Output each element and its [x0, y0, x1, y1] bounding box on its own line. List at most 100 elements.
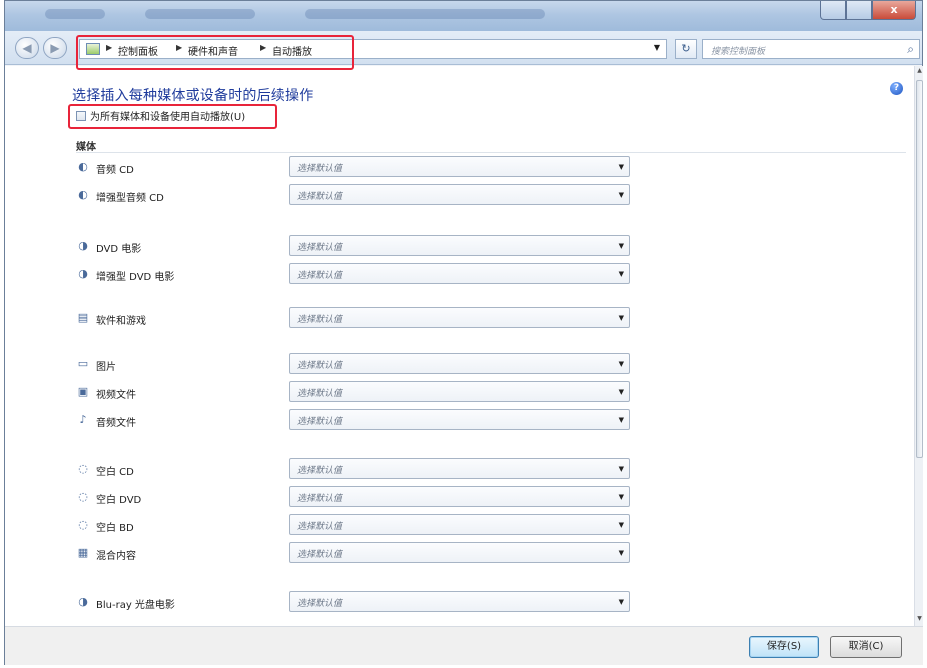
dropdown-value: 选择默认值 — [297, 164, 343, 174]
software-games-icon: ▤ — [77, 311, 89, 324]
title-bar-decoration — [45, 9, 105, 19]
mixed-content-icon: ▦ — [77, 546, 89, 559]
default-action-dropdown[interactable]: 选择默认值 ▼ — [289, 409, 630, 430]
dropdown-value: 选择默认值 — [297, 192, 343, 202]
section-divider — [76, 152, 906, 153]
help-icon[interactable]: ? — [890, 82, 903, 95]
dropdown-value: 选择默认值 — [297, 550, 343, 560]
search-icon[interactable]: ⌕ — [907, 42, 914, 57]
media-row: ▤ 软件和游戏 选择默认值 ▼ — [76, 307, 676, 329]
default-action-dropdown[interactable]: 选择默认值 ▼ — [289, 156, 630, 177]
media-row: ♪ 音频文件 选择默认值 ▼ — [76, 409, 676, 431]
media-row: ◑ DVD 电影 选择默认值 ▼ — [76, 235, 676, 257]
cd-enhanced-icon: ◐ — [78, 188, 88, 201]
checkbox-highlight-box — [68, 104, 277, 129]
media-label: 音频文件 — [96, 418, 136, 429]
media-row: ◑ 增强型 DVD 电影 选择默认值 ▼ — [76, 263, 676, 285]
pictures-icon: ▭ — [77, 357, 89, 370]
default-action-dropdown[interactable]: 选择默认值 ▼ — [289, 184, 630, 205]
search-placeholder: 搜索控制面板 — [711, 47, 766, 57]
default-action-dropdown[interactable]: 选择默认值 ▼ — [289, 486, 630, 507]
media-label: 空白 BD — [96, 523, 134, 534]
default-action-dropdown[interactable]: 选择默认值 ▼ — [289, 307, 630, 328]
scroll-down-icon[interactable]: ▼ — [916, 615, 923, 625]
cancel-button[interactable]: 取消(C) — [830, 636, 902, 658]
refresh-button[interactable]: ↻ — [675, 39, 697, 59]
dropdown-value: 选择默认值 — [297, 361, 343, 371]
media-row: ◐ 增强型音频 CD 选择默认值 ▼ — [76, 184, 676, 206]
dropdown-value: 选择默认值 — [297, 522, 343, 532]
default-action-dropdown[interactable]: 选择默认值 ▼ — [289, 381, 630, 402]
media-section-label: 媒体 — [76, 142, 96, 153]
default-action-dropdown[interactable]: 选择默认值 ▼ — [289, 514, 630, 535]
media-row: ▭ 图片 选择默认值 ▼ — [76, 353, 676, 375]
page-title: 选择插入每种媒体或设备时的后续操作 — [72, 88, 314, 104]
save-button[interactable]: 保存(S) — [749, 636, 819, 658]
media-row: ◌ 空白 BD 选择默认值 ▼ — [76, 514, 676, 536]
chevron-down-icon[interactable]: ▼ — [619, 388, 624, 396]
media-label: 空白 DVD — [96, 495, 142, 506]
dropdown-value: 选择默认值 — [297, 243, 343, 253]
chevron-down-icon[interactable]: ▼ — [619, 360, 624, 368]
default-action-dropdown[interactable]: 选择默认值 ▼ — [289, 458, 630, 479]
chevron-down-icon[interactable]: ▼ — [619, 549, 624, 557]
media-row: ◌ 空白 CD 选择默认值 ▼ — [76, 458, 676, 480]
chevron-down-icon[interactable]: ▼ — [619, 163, 624, 171]
window-controls: x — [820, 1, 916, 21]
back-button[interactable]: ◀ — [15, 37, 39, 59]
vertical-scrollbar[interactable]: ▲ ▼ — [914, 66, 923, 626]
chevron-down-icon[interactable]: ▼ — [619, 521, 624, 529]
chevron-down-icon[interactable]: ▼ — [619, 416, 624, 424]
media-row: ▦ 混合内容 选择默认值 ▼ — [76, 542, 676, 564]
media-label: 音频 CD — [96, 165, 134, 176]
scrollbar-thumb[interactable] — [916, 80, 923, 458]
cd-audio-icon: ◐ — [78, 160, 88, 173]
media-row: ◑ Blu-ray 光盘电影 选择默认值 ▼ — [76, 591, 676, 613]
dvd-enhanced-icon: ◑ — [78, 267, 88, 280]
media-label: Blu-ray 光盘电影 — [96, 600, 175, 611]
title-bar-decoration — [305, 9, 545, 19]
chevron-down-icon[interactable]: ▼ — [619, 465, 624, 473]
media-label: DVD 电影 — [96, 244, 142, 255]
media-label: 增强型音频 CD — [96, 193, 164, 204]
media-label: 混合内容 — [96, 551, 136, 562]
media-row: ▣ 视频文件 选择默认值 ▼ — [76, 381, 676, 403]
dvd-movie-icon: ◑ — [78, 239, 88, 252]
default-action-dropdown[interactable]: 选择默认值 ▼ — [289, 235, 630, 256]
default-action-dropdown[interactable]: 选择默认值 ▼ — [289, 353, 630, 374]
dropdown-value: 选择默认值 — [297, 417, 343, 427]
dropdown-value: 选择默认值 — [297, 466, 343, 476]
blank-dvd-icon: ◌ — [78, 490, 88, 503]
dialog-footer: 保存(S) 取消(C) — [5, 626, 923, 665]
media-row: ◌ 空白 DVD 选择默认值 ▼ — [76, 486, 676, 508]
chevron-down-icon[interactable]: ▼ — [619, 242, 624, 250]
chevron-down-icon[interactable]: ▼ — [619, 493, 624, 501]
close-button[interactable]: x — [872, 1, 916, 20]
media-label: 软件和游戏 — [96, 316, 146, 327]
breadcrumb-highlight-box — [76, 35, 354, 70]
minimize-button[interactable] — [820, 1, 846, 20]
audio-files-icon: ♪ — [79, 413, 87, 426]
media-label: 图片 — [96, 362, 116, 373]
maximize-button[interactable] — [846, 1, 872, 20]
default-action-dropdown[interactable]: 选择默认值 ▼ — [289, 542, 630, 563]
autoplay-settings-panel: 选择插入每种媒体或设备时的后续操作 ? 为所有媒体和设备使用自动播放(U) 媒体… — [5, 66, 914, 626]
chevron-down-icon[interactable]: ▼ — [619, 270, 624, 278]
dropdown-value: 选择默认值 — [297, 599, 343, 609]
address-history-dropdown-icon[interactable]: ▼ — [654, 43, 660, 52]
chevron-down-icon[interactable]: ▼ — [619, 598, 624, 606]
scroll-up-icon[interactable]: ▲ — [916, 67, 923, 77]
blank-cd-icon: ◌ — [78, 462, 88, 475]
default-action-dropdown[interactable]: 选择默认值 ▼ — [289, 591, 630, 612]
title-bar-decoration — [145, 9, 255, 19]
media-label: 视频文件 — [96, 390, 136, 401]
title-bar[interactable]: x — [5, 1, 922, 31]
media-label: 增强型 DVD 电影 — [96, 272, 175, 283]
chevron-down-icon[interactable]: ▼ — [619, 314, 624, 322]
forward-button[interactable]: ▶ — [43, 37, 67, 59]
search-box[interactable]: 搜索控制面板 ⌕ — [702, 39, 920, 59]
dropdown-value: 选择默认值 — [297, 271, 343, 281]
media-row: ◐ 音频 CD 选择默认值 ▼ — [76, 156, 676, 178]
default-action-dropdown[interactable]: 选择默认值 ▼ — [289, 263, 630, 284]
chevron-down-icon[interactable]: ▼ — [619, 191, 624, 199]
